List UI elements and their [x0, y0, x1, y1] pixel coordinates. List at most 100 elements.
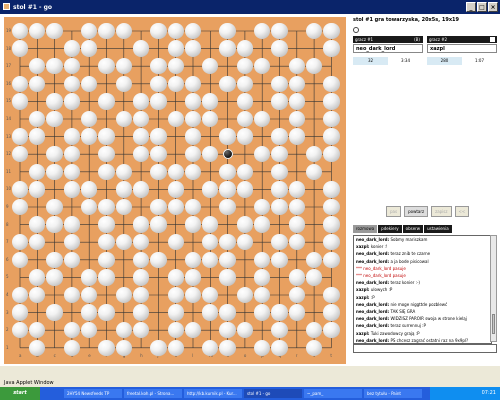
white-stone [167, 269, 184, 286]
white-stone [219, 40, 236, 57]
white-stone [271, 339, 288, 356]
white-stone [115, 339, 132, 356]
row-label: 10 [6, 186, 12, 192]
tab-settings[interactable]: ustawienia [424, 225, 452, 233]
white-stone [236, 40, 254, 57]
white-stone [219, 251, 236, 268]
white-stone [150, 146, 167, 163]
white-stone [46, 146, 63, 163]
player1-panel: gracz #1 (B) neo_dark_lord 32 3:34 [353, 36, 423, 80]
chat-message: neo_dark_lord: Sobmy mariszkam [354, 236, 491, 243]
white-stone [271, 75, 288, 92]
window-titlebar[interactable]: stol #1 - go _ □ × [0, 0, 500, 14]
white-stone [98, 269, 115, 286]
white-stone [271, 198, 288, 216]
white-stone [11, 93, 29, 110]
white-stone [271, 128, 288, 145]
white-stone [46, 22, 63, 40]
white-stone [98, 251, 115, 268]
white-stone [98, 58, 115, 75]
taskbar-tasks: 2HY54 Newsfeeds TP freetal.koh.pl - Stron… [64, 389, 422, 398]
player2-header: gracz #2 [429, 37, 448, 42]
player2-score: 280 [427, 57, 462, 65]
white-stone [46, 163, 63, 180]
white-stone [115, 110, 132, 128]
go-board[interactable]: 19181716151413121110987654321abcdefghjkl… [4, 17, 346, 364]
white-stone [98, 198, 115, 216]
white-stone [184, 251, 202, 268]
white-stone [98, 163, 115, 180]
pass-button[interactable]: pas [386, 206, 402, 217]
save-button[interactable]: zapisz [431, 206, 452, 217]
taskbar-task[interactable]: stol #1 - go [244, 389, 302, 398]
chat-log[interactable]: neo_dark_lord: Sobmy mariszkam xazpl: kon… [353, 235, 492, 344]
chat-user: xazpl: [356, 287, 371, 293]
white-stone [132, 40, 150, 57]
tab-observers[interactable]: obserw [402, 225, 424, 233]
player1-marker: (B) [414, 37, 420, 42]
white-stone [323, 146, 340, 163]
minimize-button[interactable]: _ [466, 2, 476, 12]
chat-scrollbar[interactable] [490, 235, 497, 342]
col-label: h [140, 352, 143, 358]
tab-players[interactable]: pdekiery [378, 225, 402, 233]
white-stone [98, 93, 115, 110]
white-stone [323, 251, 340, 268]
white-stone [63, 339, 81, 356]
undo-button[interactable]: powtarz [404, 206, 429, 217]
chat-message: neo_dark_lord: nie moge niggttde pozblew… [354, 301, 491, 308]
white-stone [288, 128, 305, 145]
white-stone [11, 251, 29, 268]
white-stone [132, 269, 150, 286]
white-stone [63, 181, 81, 198]
white-stone [81, 181, 98, 198]
chat-input[interactable] [353, 344, 497, 353]
white-stone [236, 163, 254, 180]
white-stone [98, 22, 115, 40]
taskbar-task[interactable]: http://kb.kurnik.pl - Kur... [184, 389, 242, 398]
row-label: 18 [6, 45, 12, 51]
taskbar: start 2HY54 Newsfeeds TP freetal.koh.pl -… [0, 387, 500, 400]
col-label: o [243, 352, 247, 358]
chat-message: neo_dark_lord: PS chcesz zagrać ostatni … [354, 337, 491, 343]
start-button[interactable]: start [0, 387, 40, 400]
maximize-button[interactable]: □ [477, 2, 487, 12]
ready-checkbox[interactable] [490, 37, 495, 42]
row-label: 13 [6, 133, 12, 139]
white-stone [236, 128, 254, 145]
white-stone [202, 181, 219, 198]
clock: 07:21 [481, 390, 496, 396]
taskbar-task[interactable]: freetal.koh.pl - Strona... [124, 389, 182, 398]
window-title: stol #1 - go [13, 4, 52, 11]
tab-chat[interactable]: rozmowa [353, 225, 378, 233]
chat-text: :P [370, 294, 375, 300]
white-stone [150, 339, 167, 356]
game-info-label: stol #1 gra towarzyska, 20x5s, 19x19 [353, 17, 460, 23]
white-stone [115, 286, 132, 304]
board-panel: 19181716151413121110987654321abcdefghjkl… [0, 14, 350, 366]
white-stone [132, 93, 150, 110]
taskbar-task[interactable]: ~_pam_ [304, 389, 362, 398]
taskbar-task[interactable]: bez tytułu - Paint [364, 389, 422, 398]
white-stone [236, 181, 254, 198]
back-button[interactable]: << [454, 206, 470, 217]
player1-name[interactable]: neo_dark_lord [353, 44, 423, 53]
white-stone [46, 110, 63, 128]
row-label: 5 [6, 274, 9, 280]
white-stone [219, 75, 236, 92]
chat-text: teraz konier :-) [390, 280, 420, 286]
row-label: 1 [6, 344, 9, 350]
player1-time: 3:34 [388, 57, 423, 65]
white-stone [46, 58, 63, 75]
white-stone [323, 110, 340, 128]
scrollbar-thumb[interactable] [492, 314, 495, 334]
white-stone [132, 181, 150, 198]
white-stone [271, 304, 288, 321]
white-stone [115, 163, 132, 180]
row-label: 9 [6, 204, 9, 209]
row-label: 11 [6, 168, 12, 174]
chat-message: *** neo_dark_lord pasuje [354, 272, 491, 279]
player2-name[interactable]: xazpl [427, 44, 497, 53]
close-button[interactable]: × [488, 2, 498, 12]
taskbar-task[interactable]: 2HY54 Newsfeeds TP [64, 389, 122, 398]
